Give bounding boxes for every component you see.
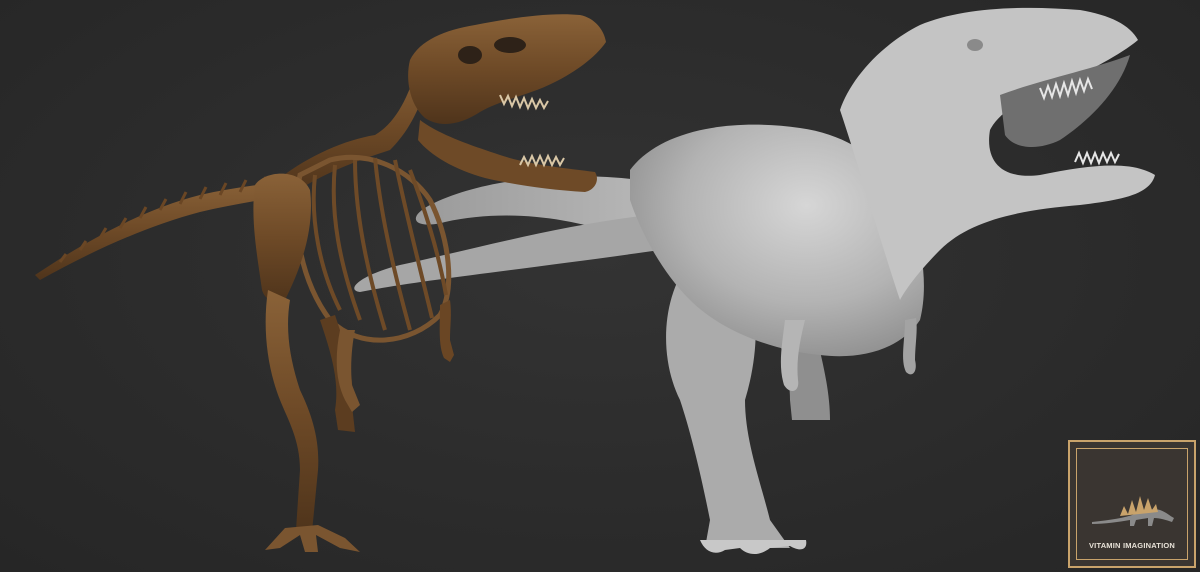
skeleton-foot (265, 525, 360, 552)
watermark-text: VITAMIN IMAGINATION (1088, 541, 1175, 550)
sculpt-teeth-lower (1074, 150, 1120, 166)
sculpt-foot (700, 540, 807, 554)
skeleton-leg-near (265, 290, 319, 532)
stegosaurus-icon (1092, 496, 1174, 526)
sculpt-neck (840, 7, 1155, 301)
skeleton-tail (35, 180, 292, 280)
skeleton-dinosaur (35, 14, 606, 552)
sculpt-tail-lower (354, 215, 660, 292)
skeleton-antorbital-fenestra (494, 37, 526, 53)
skeleton-pelvis (253, 173, 311, 302)
watermark-badge: VITAMIN IMAGINATION (1068, 440, 1196, 568)
skeleton-eye-socket (458, 46, 482, 64)
skeleton-skull (408, 14, 606, 124)
skeleton-ribs (311, 157, 448, 331)
dinosaur-render (35, 7, 1155, 554)
skeleton-teeth-upper (499, 93, 549, 111)
sculpt-arm-far (903, 318, 917, 375)
render-canvas: VITAMIN IMAGINATION (0, 0, 1200, 572)
skeleton-arm-far (439, 300, 454, 362)
sculpt-eye (967, 39, 983, 51)
skeleton-jaw (418, 120, 597, 192)
skeleton-teeth-lower (519, 153, 565, 168)
